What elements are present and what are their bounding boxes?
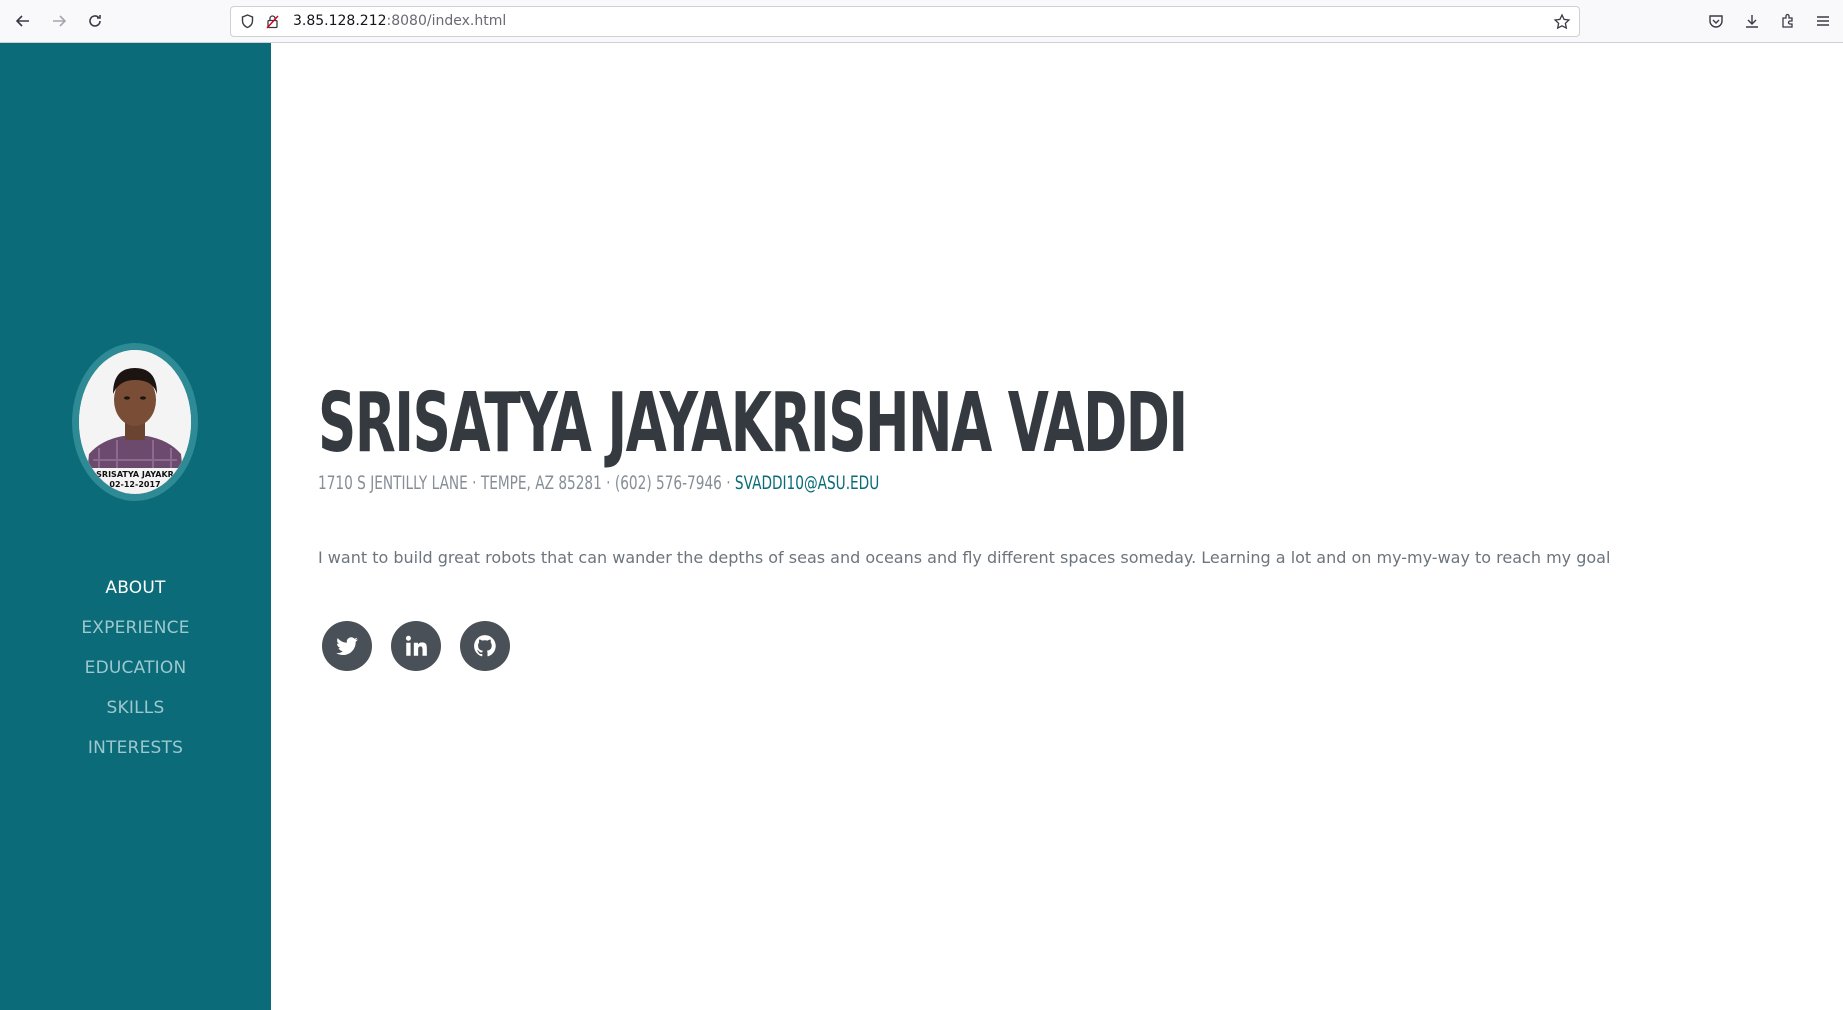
arrow-right-icon (53, 15, 67, 27)
forward-button[interactable] (46, 8, 72, 34)
sidebar-item-experience[interactable]: EXPERIENCE (81, 608, 189, 648)
github-icon (474, 635, 496, 657)
insecure-lock-icon[interactable] (264, 13, 281, 30)
sidebar-item-about[interactable]: ABOUT (105, 568, 165, 608)
url-text[interactable]: 3.85.128.212:8080/index.html (293, 13, 506, 29)
shield-icon[interactable] (239, 13, 256, 30)
url-path: :8080/index.html (386, 13, 507, 29)
sidebar-item-education[interactable]: EDUCATION (85, 648, 187, 688)
download-icon (1746, 15, 1758, 28)
sidebar: SRISATYA JAYAKR 02-12-2017 ABOUT EXPERIE… (0, 43, 271, 1010)
address-bar[interactable]: 3.85.128.212:8080/index.html (230, 6, 1580, 37)
email-link[interactable]: SVADDI10@ASU.EDU (735, 472, 879, 494)
back-button[interactable] (10, 8, 36, 34)
sidebar-nav: ABOUT EXPERIENCE EDUCATION SKILLS INTERE… (0, 568, 271, 768)
pocket-icon (1709, 15, 1723, 28)
downloads-button[interactable] (1739, 8, 1765, 34)
photo-date: 02-12-2017 (109, 480, 161, 489)
twitter-icon (336, 637, 358, 655)
puzzle-icon (1782, 13, 1793, 28)
arrow-left-icon (15, 15, 29, 27)
reload-icon (89, 15, 101, 27)
hamburger-menu-icon (1817, 16, 1829, 26)
page-title: SRISATYA JAYAKRISHNA VADDI (318, 376, 1188, 471)
reload-button[interactable] (82, 8, 108, 34)
social-links (322, 621, 510, 671)
linkedin-icon (405, 635, 427, 656)
bookmark-star-icon[interactable] (1553, 13, 1571, 31)
sidebar-item-interests[interactable]: INTERESTS (88, 728, 183, 768)
twitter-button[interactable] (322, 621, 372, 671)
url-host: 3.85.128.212 (293, 13, 387, 29)
linkedin-button[interactable] (391, 621, 441, 671)
extensions-button[interactable] (1775, 8, 1801, 34)
profile-photo: SRISATYA JAYAKR 02-12-2017 (79, 350, 191, 494)
contact-line: 1710 S JENTILLY LANE · TEMPE, AZ 85281 ·… (318, 472, 879, 494)
avatar: SRISATYA JAYAKR 02-12-2017 (72, 343, 198, 501)
photo-caption: SRISATYA JAYAKR (96, 470, 174, 479)
github-button[interactable] (460, 621, 510, 671)
bio-text: I want to build great robots that can wa… (318, 548, 1611, 567)
sidebar-item-skills[interactable]: SKILLS (107, 688, 165, 728)
contact-address: 1710 S JENTILLY LANE · TEMPE, AZ 85281 ·… (318, 472, 735, 494)
pocket-button[interactable] (1703, 8, 1729, 34)
browser-toolbar: 3.85.128.212:8080/index.html (0, 0, 1843, 43)
menu-button[interactable] (1810, 8, 1836, 34)
